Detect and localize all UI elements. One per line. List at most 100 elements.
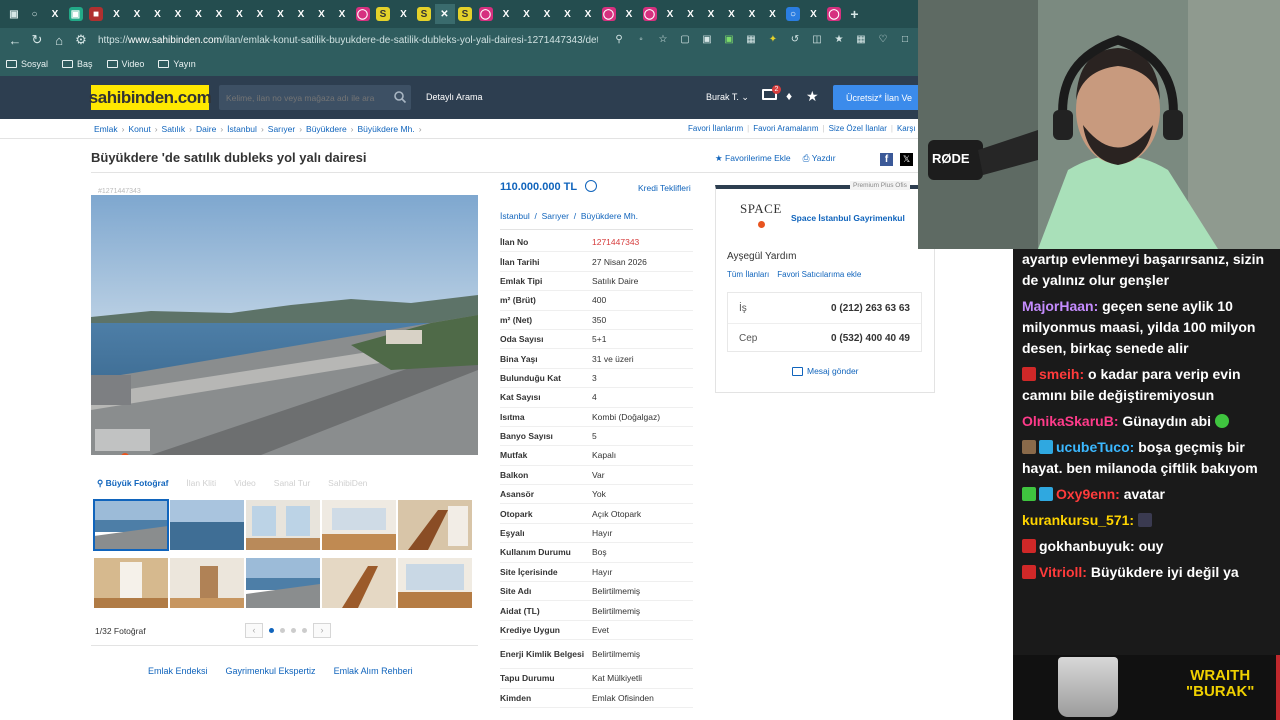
tab-x-icon[interactable]: X [312, 4, 332, 24]
extension-icon[interactable]: ▦ [744, 32, 758, 46]
breadcrumb-item[interactable]: Daire [196, 124, 216, 134]
bookmark-folder-yayin[interactable]: Yayın [158, 59, 196, 69]
location-city[interactable]: İstanbul [500, 211, 530, 221]
breadcrumb-item[interactable]: Satılık [162, 124, 186, 134]
favorite-listings-link[interactable]: Favori İlanlarım [688, 124, 743, 133]
thumbnail[interactable] [322, 500, 396, 550]
home-icon[interactable]: ⌂ [48, 33, 70, 48]
tab-x-icon[interactable]: X [168, 4, 188, 24]
next-page-button[interactable]: › [313, 622, 331, 638]
tab-x-icon[interactable]: X [394, 4, 414, 24]
special-listings-link[interactable]: Size Özel İlanlar [829, 124, 887, 133]
tab-x-icon[interactable]: X [722, 4, 742, 24]
detailed-search-link[interactable]: Detaylı Arama [426, 92, 483, 102]
tab-icon[interactable]: ○ [25, 4, 45, 24]
page-dot[interactable] [291, 627, 296, 633]
tab-listing-clip[interactable]: İlan Kliti [186, 478, 216, 488]
split-view-icon[interactable]: ◫ [810, 32, 824, 46]
extension-icon[interactable]: ▣ [700, 32, 714, 46]
tab-x-icon[interactable]: X [332, 4, 352, 24]
tab-icon[interactable]: ▣ [66, 4, 86, 24]
breadcrumb-item[interactable]: Emlak [94, 124, 118, 134]
tab-x-icon[interactable]: X [271, 4, 291, 24]
thumbnail[interactable] [93, 499, 169, 551]
extension-icon[interactable]: ▢ [678, 32, 692, 46]
tab-x-icon[interactable]: X [189, 4, 209, 24]
agency-logo[interactable]: SPACE [740, 201, 782, 217]
tab-x-icon[interactable]: X [127, 4, 147, 24]
new-tab-plus-icon[interactable]: + [845, 4, 865, 24]
site-info-icon[interactable]: ⚙ [70, 32, 92, 48]
page-dot[interactable] [302, 627, 307, 633]
site-logo[interactable]: sahibinden.com [89, 85, 212, 110]
tab-x-icon[interactable]: X [619, 4, 639, 24]
url-field[interactable]: https://www.sahibinden.com/ilan/emlak-ko… [98, 35, 598, 46]
tab-x-icon[interactable]: X [558, 4, 578, 24]
tab-instagram-icon[interactable]: ◯ [824, 4, 844, 24]
page-dot[interactable] [280, 627, 285, 633]
tab-x-icon[interactable]: X [701, 4, 721, 24]
tab-instagram-icon[interactable]: ◯ [599, 4, 619, 24]
search-icon[interactable] [393, 90, 407, 104]
tab-x-icon[interactable]: X [250, 4, 270, 24]
tab-x-icon[interactable]: X [578, 4, 598, 24]
phone-row[interactable]: Cep 0 (532) 400 40 49 [728, 323, 921, 353]
search-input[interactable] [219, 85, 389, 110]
buying-guide-link[interactable]: Emlak Alım Rehberi [334, 666, 413, 676]
phone-row[interactable]: İş 0 (212) 263 63 63 [728, 293, 921, 323]
agency-name-link[interactable]: Space İstanbul Gayrimenkul [791, 213, 905, 223]
location-district[interactable]: Sarıyer [542, 211, 569, 221]
refresh-icon[interactable]: ↺ [788, 32, 802, 46]
tab-x-icon[interactable]: X [517, 4, 537, 24]
star-icon[interactable]: ★ [806, 88, 819, 105]
tab-x-icon[interactable]: X [763, 4, 783, 24]
all-listings-link[interactable]: Tüm İlanları [727, 270, 769, 279]
tab-instagram-icon[interactable]: ◯ [353, 4, 373, 24]
favorites-icon[interactable]: ★ [832, 32, 846, 46]
bell-icon[interactable]: ♦ [786, 89, 792, 103]
location-neighborhood[interactable]: Büyükdere Mh. [581, 211, 638, 221]
breadcrumb-item[interactable]: Konut [128, 124, 150, 134]
user-menu[interactable]: Burak T. ⌄ [706, 92, 749, 103]
thumbnail[interactable] [170, 500, 244, 550]
tab-video[interactable]: Video [234, 478, 256, 488]
extension-icon[interactable]: ✦ [766, 32, 780, 46]
bookmark-folder-bas[interactable]: Baş [62, 59, 93, 69]
send-message-button[interactable]: Mesaj gönder [792, 366, 859, 376]
breadcrumb-item[interactable]: İstanbul [227, 124, 257, 134]
tab-sahibiden[interactable]: SahibiDen [328, 478, 367, 488]
appraisal-link[interactable]: Gayrimenkul Ekspertiz [226, 666, 316, 676]
thumbnail[interactable] [398, 500, 472, 550]
thumbnail[interactable] [398, 558, 472, 608]
collections-icon[interactable]: ▦ [854, 32, 868, 46]
tab-virtual-tour[interactable]: Sanal Tur [274, 478, 310, 488]
post-listing-button[interactable]: Ücretsiz* İlan Ve [833, 85, 918, 110]
tab-icon[interactable]: ▣ [4, 4, 24, 24]
compare-link[interactable]: Karşı [897, 124, 916, 133]
tab-x-icon[interactable]: X [107, 4, 127, 24]
print-button[interactable]: ⎙ Yazdır [803, 153, 836, 164]
tab-x-icon[interactable]: X [230, 4, 250, 24]
reader-icon[interactable]: ◦ [634, 32, 648, 46]
breadcrumb-item[interactable]: Büyükdere [306, 124, 347, 134]
tab-icon[interactable]: ■ [86, 4, 106, 24]
tab-x-icon[interactable]: X [660, 4, 680, 24]
tab-globe-icon[interactable]: ○ [783, 4, 803, 24]
bookmark-folder-video[interactable]: Video [106, 59, 144, 69]
x-share-icon[interactable]: 𝕏 [900, 153, 913, 166]
price-history-icon[interactable] [585, 180, 597, 192]
favorite-searches-link[interactable]: Favori Aramalarım [753, 124, 818, 133]
tab-large-photo[interactable]: ⚲ Büyük Fotoğraf [97, 478, 168, 489]
tab-x-icon[interactable]: X [148, 4, 168, 24]
reload-icon[interactable]: ↻ [26, 32, 48, 48]
breadcrumb-item[interactable]: Sarıyer [268, 124, 295, 134]
facebook-share-icon[interactable]: f [880, 153, 893, 166]
tab-x-icon[interactable]: X [742, 4, 762, 24]
tab-x-icon[interactable]: X [537, 4, 557, 24]
back-icon[interactable]: ← [4, 33, 26, 48]
credit-offers-link[interactable]: Kredi Teklifleri [638, 183, 691, 193]
tab-x-icon[interactable]: X [804, 4, 824, 24]
tab-x-icon[interactable]: X [496, 4, 516, 24]
tab-instagram-icon[interactable]: ◯ [476, 4, 496, 24]
bookmark-folder-sosyal[interactable]: Sosyal [6, 59, 48, 69]
